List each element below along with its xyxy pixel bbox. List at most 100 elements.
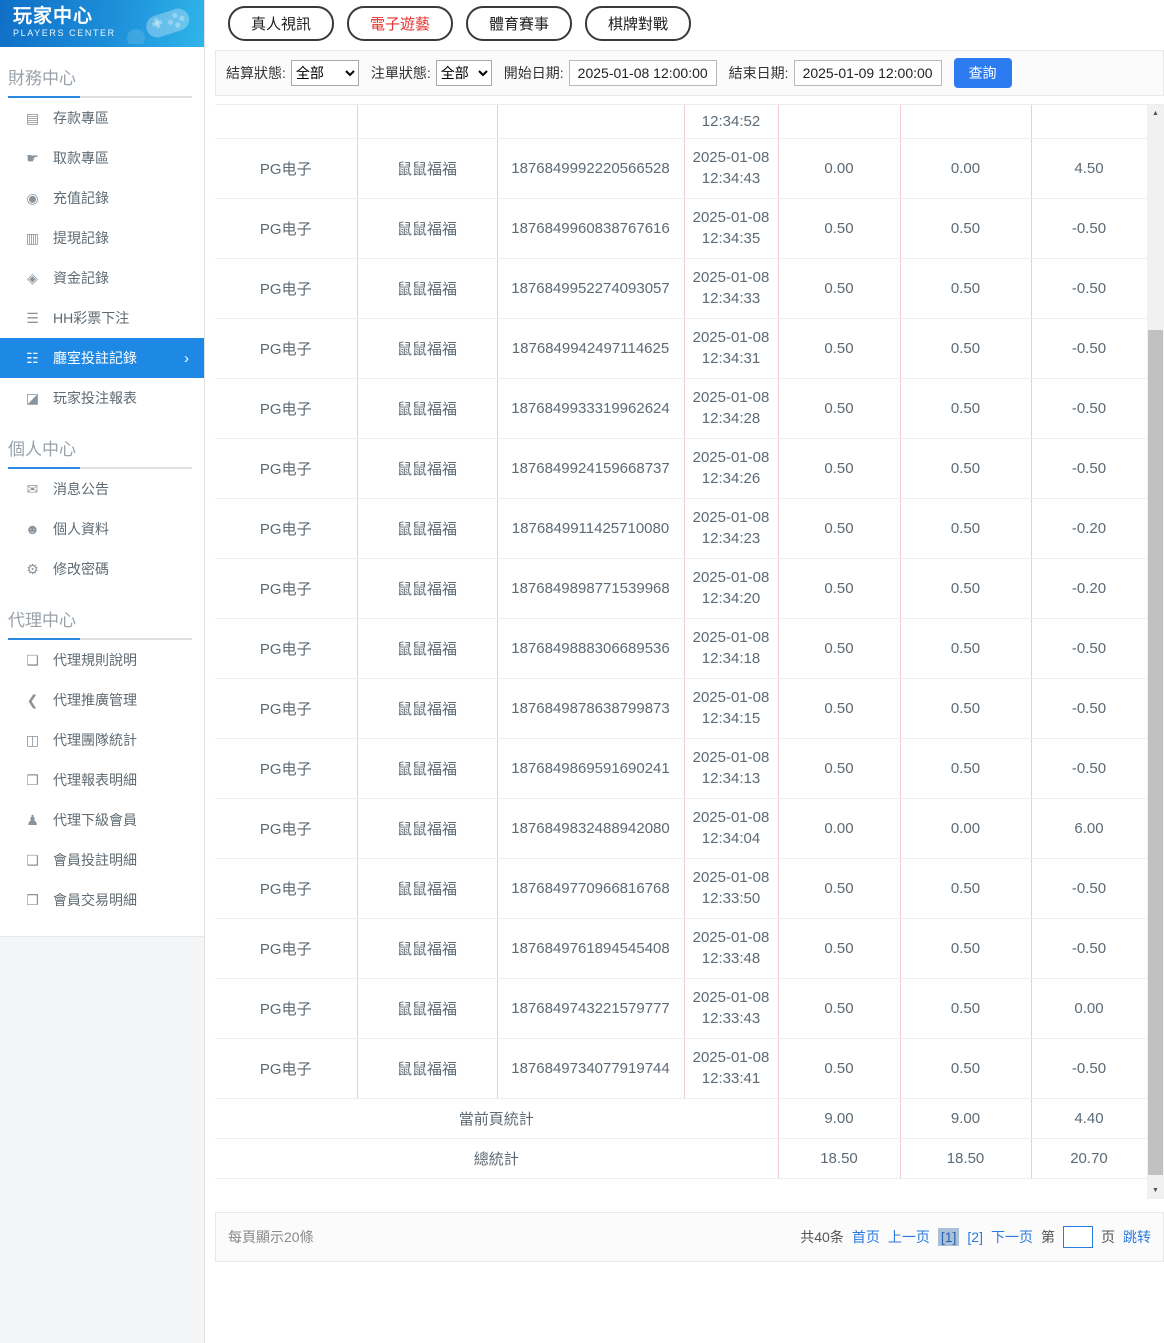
player-bet-report-icon: ◪ [25,389,40,406]
current-page-indicator[interactable]: [1] [937,1228,960,1246]
cell-order-id: 1876849898771539968 [497,558,685,619]
table-row: PG电子 鼠鼠福福 1876849743221579777 2025-01-08 12:… [215,978,1148,1039]
cell-time: 2025-01-08 12:33:41 [684,1038,779,1099]
cell-hall: PG电子 [215,798,358,859]
sidebar-item[interactable]: ☷ 廳室投註記錄 › [0,338,204,378]
cell-order-id: 1876849878638799873 [497,678,685,739]
cell-game: 鼠鼠福福 [357,198,498,259]
cell-order-id: 1876849924159668737 [497,438,685,499]
cell-time: 2025-01-08 12:34:31 [684,318,779,379]
sidebar-item[interactable]: ❐ 代理報表明細 [0,760,204,800]
sidebar-item[interactable]: ✉ 消息公告 [0,469,204,509]
sidebar-main: 玩家中心 PLAYERS CENTER 財務中心 ▤ 存款專區 ☛ 取款專區 ◉ 充值 [0,0,204,937]
cell-win-loss: -0.50 [1031,738,1148,799]
table-row: PG电子 鼠鼠福福 1876849832488942080 2025-01-08 12:… [215,798,1148,859]
sidebar-item[interactable]: ◈ 資金記錄 [0,258,204,298]
member-transaction-detail-icon: ❒ [26,891,39,908]
query-button[interactable]: 查詢 [953,58,1012,88]
cell-time: 2025-01-08 12:34:26 [684,438,779,499]
funds-record-icon: ◈ [27,269,38,286]
sidebar-item[interactable]: ☰ HH彩票下注 [0,298,204,338]
first-page-link[interactable]: 首页 [852,1227,880,1247]
sidebar-item[interactable]: ◉ 充值記錄 [0,178,204,218]
sidebar-item[interactable]: ⚙ 修改密碼 [0,549,204,589]
jump-button[interactable]: 跳转 [1123,1227,1151,1247]
cell-time: 2025-01-08 12:34:04 [684,798,779,859]
sidebar-item-label: 存款專區 [53,110,109,126]
vertical-scrollbar[interactable]: ▲ ▼ [1147,105,1164,1199]
cell-order-id: 1876849734077919744 [497,1038,685,1099]
scroll-up-arrow-icon[interactable]: ▲ [1147,105,1164,122]
cell-game: 鼠鼠福福 [357,438,498,499]
cell-bet: 0.50 [778,258,901,319]
cell-valid-bet: 0.50 [900,378,1032,439]
cell-bet: 0.50 [778,318,901,379]
sidebar-item[interactable]: ❏ 代理規則說明 [0,640,204,680]
sidebar-item[interactable]: ❒ 會員交易明細 [0,880,204,920]
section-title: 財務中心 [8,64,196,98]
tab-item[interactable]: 體育賽事 [466,6,573,41]
cell-hall: PG电子 [215,978,358,1039]
jump-page-input[interactable] [1063,1226,1093,1248]
total-summary-label: 總統計 [215,1137,779,1179]
scrollbar-thumb[interactable] [1148,330,1163,1175]
cell-bet: 0.50 [778,198,901,259]
tab-active[interactable]: 電子遊藝 [347,6,454,41]
cell-bet: 0.50 [778,978,901,1039]
sidebar-item[interactable]: ❑ 會員投註明細 [0,840,204,880]
settle-status-select[interactable]: 全部 [290,60,359,86]
cell-time: 2025-01-08 12:34:43 [684,138,779,199]
start-date-input[interactable] [568,60,717,86]
tab-item[interactable]: 真人視訊 [228,6,335,41]
total-summary-row: 總統計 18.50 18.50 20.70 [215,1137,1148,1179]
start-date-label: 開始日期: [503,65,564,81]
cell-bet: 0.50 [778,1038,901,1099]
cell-valid-bet: 0.50 [900,498,1032,559]
sidebar-item[interactable]: ◪ 玩家投注報表 [0,378,204,418]
member-bet-detail-icon: ❑ [26,851,39,868]
cell-bet: 0.50 [778,678,901,739]
cell-valid-bet: 0.00 [900,138,1032,199]
sidebar-item[interactable]: ▤ 存款專區 [0,98,204,138]
cell-valid-bet: 0.50 [900,198,1032,259]
cell-win-loss: -0.50 [1031,678,1148,739]
page-2-link[interactable]: [2] [967,1229,983,1245]
next-page-link[interactable]: 下一页 [991,1227,1033,1247]
cell-valid-bet [900,105,1032,139]
cell-time: 12:34:52 [684,105,779,139]
sidebar-item[interactable]: ◫ 代理團隊統計 [0,720,204,760]
cell-order-id: 1876849888306689536 [497,618,685,679]
cell-win-loss: 4.50 [1031,138,1148,199]
cell-game: 鼠鼠福福 [357,138,498,199]
sidebar-item-label: 代理團隊統計 [53,732,137,748]
deposit-card-icon: ▤ [25,109,40,126]
cell-game: 鼠鼠福福 [357,318,498,379]
order-status-select[interactable]: 全部 [435,60,492,86]
scroll-down-arrow-icon[interactable]: ▼ [1147,1182,1164,1199]
cell-hall: PG电子 [215,438,358,499]
agent-rules-doc-icon: ❏ [26,651,39,668]
sidebar-item[interactable]: ♟ 代理下級會員 [0,800,204,840]
sidebar-item[interactable]: ☛ 取款專區 [0,138,204,178]
sidebar-item[interactable]: ▥ 提現記錄 [0,218,204,258]
cell-game [357,105,498,139]
tab-item[interactable]: 棋牌對戰 [585,6,692,41]
sidebar-item[interactable]: ☻ 個人資料 [0,509,204,549]
cell-order-id: 1876849832488942080 [497,798,685,859]
sidebar-item-label: 廳室投註記錄 [53,350,137,366]
cell-hall: PG电子 [215,1038,358,1099]
prev-page-link[interactable]: 上一页 [888,1227,930,1247]
table-row: PG电子 鼠鼠福福 1876849933319962624 2025-01-08 12:… [215,378,1148,439]
sidebar-item[interactable]: ❮ 代理推廣管理 [0,680,204,720]
sidebar-item-label: 代理推廣管理 [53,692,137,708]
cell-win-loss: -0.50 [1031,378,1148,439]
table-row: PG电子 鼠鼠福福 1876849911425710080 2025-01-08 12:… [215,498,1148,559]
cell-game: 鼠鼠福福 [357,798,498,859]
cell-game: 鼠鼠福福 [357,498,498,559]
cell-win-loss [1031,105,1148,139]
cell-valid-bet: 0.50 [900,438,1032,499]
room-bet-records-icon: ☷ [26,349,39,366]
sidebar-item-label: 取款專區 [53,150,109,166]
end-date-input[interactable] [793,60,942,86]
cell-hall: PG电子 [215,738,358,799]
